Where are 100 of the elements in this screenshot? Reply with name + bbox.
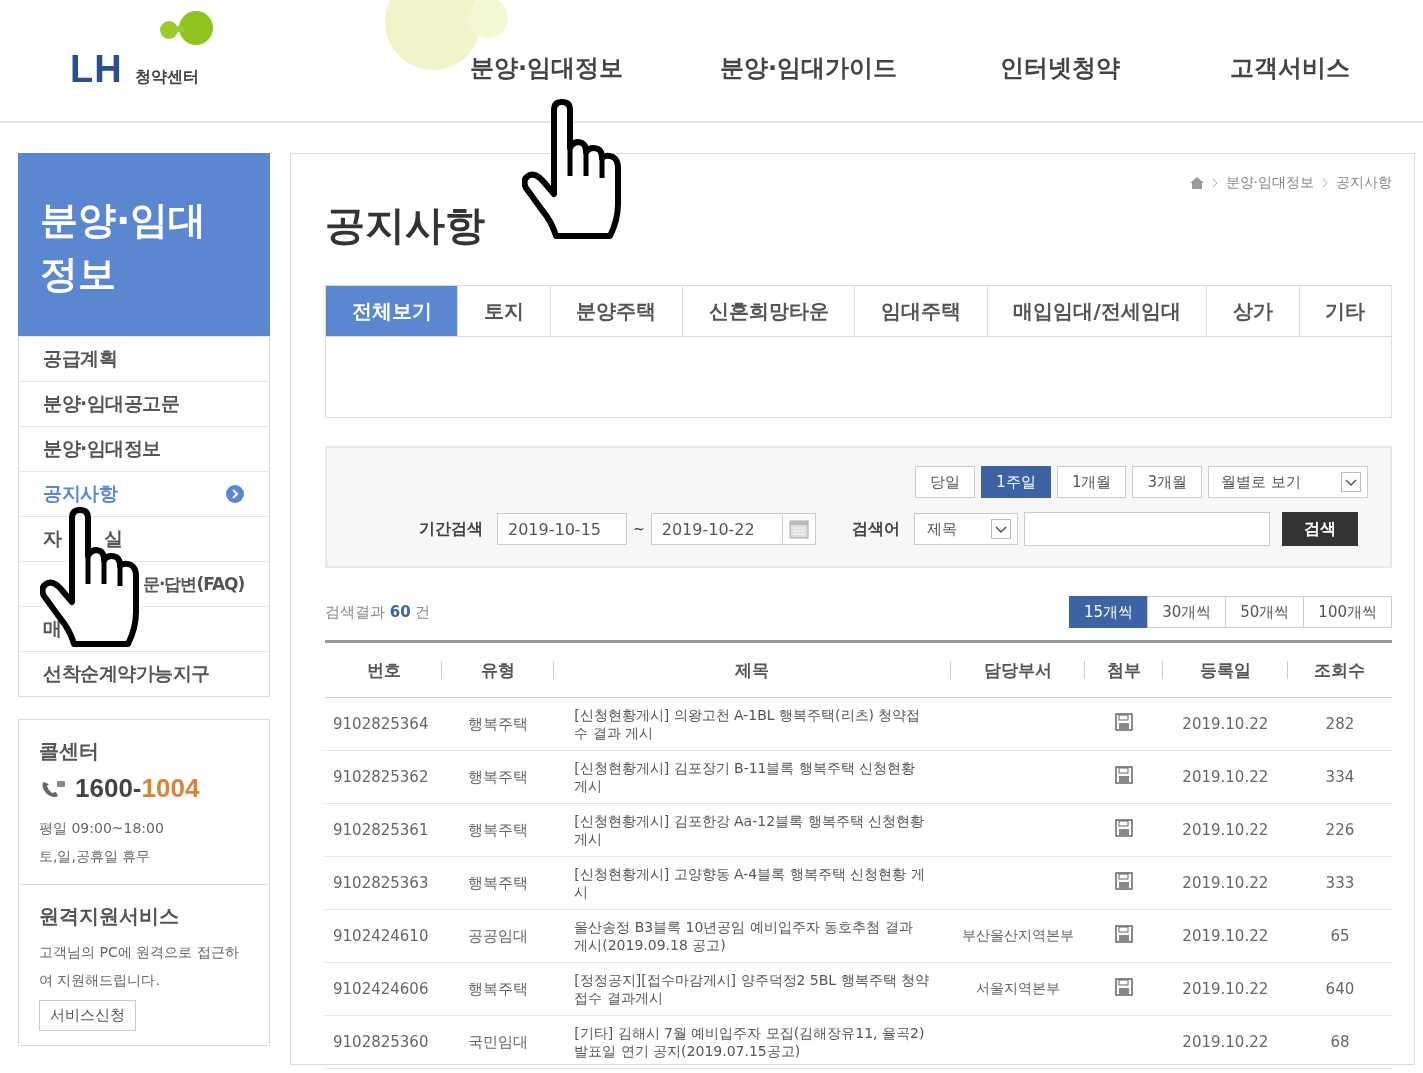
notice-title-link[interactable]: [신청현황게시] 의왕고천 A-1BL 행복주택(리츠) 청약접수 결과 게시 (574, 706, 931, 742)
remote-support-text: 고객님의 PC에 원격으로 접근하여 지원해드립니다. (39, 943, 239, 990)
search-button[interactable]: 검색 (1281, 512, 1358, 546)
column-header: 등록일 (1199, 659, 1251, 680)
table-cell: 2019.10.22 (1182, 927, 1269, 945)
table-cell: 9102424606 (333, 980, 429, 998)
logo-subtitle: 청약센터 (134, 67, 199, 88)
table-cell: 68 (1330, 1033, 1350, 1051)
date-from-field[interactable]: 2019-10-15 (497, 513, 627, 545)
notice-title-link[interactable]: [정정공지][접수마감게시] 양주덕정2 5BL 행복주택 청약접수 결과게시 (574, 971, 931, 1007)
category-tab[interactable]: 기타 (1298, 286, 1392, 336)
table-cell: 2019.10.22 (1182, 768, 1269, 786)
sidebar-item[interactable]: 분양·임대공고문 (19, 381, 269, 426)
category-tab[interactable]: 전체보기 (326, 286, 458, 336)
hours-text: 토,일,공휴일 휴무 (39, 847, 152, 866)
logo-bubbles-icon (160, 10, 214, 46)
column-header: 첨부 (1106, 659, 1141, 680)
nav-link[interactable]: 분양·임대가이드 (720, 52, 1000, 84)
chevron-icon (1211, 178, 1218, 188)
table-cell: 행복주택 (468, 873, 529, 892)
home-icon (1189, 177, 1204, 189)
category-tab[interactable]: 분양주택 (549, 286, 683, 336)
remote-support-title: 원격지원서비스 (39, 903, 180, 930)
table-cell: 9102825360 (333, 1033, 429, 1051)
table-cell: 9102825364 (333, 715, 429, 733)
sidebar-item[interactable]: 분양·임대정보 (19, 426, 269, 471)
table-cell: 226 (1325, 821, 1355, 839)
table-cell: 행복주택 (468, 714, 529, 733)
table-cell: 행복주택 (468, 767, 529, 786)
logo-text[interactable]: LH (70, 48, 123, 91)
dropdown-icon (1341, 472, 1361, 492)
table-cell: 9102424610 (333, 927, 429, 945)
date-to-field[interactable]: 2019-10-22 (650, 513, 816, 545)
table-cell: 334 (1325, 768, 1355, 786)
period-button[interactable]: 1주일 (981, 466, 1051, 498)
page-size-button[interactable]: 100개씩 (1303, 596, 1392, 628)
nav-link[interactable]: 분양·임대정보 (470, 52, 720, 84)
table-cell: 2019.10.22 (1182, 1033, 1269, 1051)
period-button[interactable]: 3개월 (1132, 466, 1202, 498)
table-cell: 282 (1325, 715, 1355, 733)
category-tab[interactable]: 상가 (1206, 286, 1299, 336)
search-field[interactable] (1023, 512, 1270, 546)
column-header: 조회수 (1314, 659, 1366, 680)
page-title: 공지사항 (325, 201, 486, 250)
page-size-button[interactable]: 30개씩 (1147, 596, 1227, 628)
breadcrumb-link[interactable]: 공지사항 (1336, 174, 1392, 192)
category-tab[interactable]: 매입임대/전세임대 (986, 286, 1207, 336)
category-tab[interactable]: 임대주택 (854, 286, 987, 336)
keyword-label: 검색어 (851, 518, 900, 540)
range-separator: ~ (633, 521, 645, 537)
table-cell: 국민임대 (468, 1032, 529, 1051)
call-center-title: 콜센터 (39, 738, 100, 765)
calendar-icon (787, 518, 810, 540)
notice-title-link[interactable]: 울산송정 B3블록 10년공임 예비입주자 동호추첨 결과 게시(2019.09.18 공고) (574, 918, 931, 954)
notice-title-link[interactable]: [기타] 김해시 7월 예비입주자 모집(김해장유11, 율곡2) 발표일 연기 공지(2019.07.15공고) (574, 1024, 931, 1060)
period-button[interactable]: 당일 (915, 466, 976, 498)
table-cell: 2019.10.22 (1182, 715, 1269, 733)
column-header: 번호 (366, 659, 401, 680)
breadcrumb-link[interactable]: 분양·임대정보 (1225, 174, 1314, 192)
table-cell: 65 (1330, 927, 1350, 945)
table-cell: 부산울산지역본부 (961, 927, 1074, 943)
category-tab[interactable]: 토지 (457, 286, 550, 336)
notice-title-link[interactable]: [신청현황게시] 김포한강 Aa-12블록 행복주택 신청현황 게시 (574, 812, 931, 848)
keyword-select[interactable]: 제목 (913, 513, 1018, 545)
category-tab[interactable]: 신혼희망타운 (682, 286, 855, 336)
table-cell: 행복주택 (468, 979, 529, 998)
notice-title-link[interactable]: [신청현황게시] 김포장기 B-11블록 행복주택 신청현황 게시 (574, 759, 931, 795)
column-header: 담당부서 (983, 659, 1052, 680)
period-button[interactable]: 1개월 (1056, 466, 1127, 498)
sidebar-item[interactable]: 선착순계약가능지구 (19, 651, 269, 696)
service-request-button[interactable]: 서비스신청 (39, 1000, 136, 1031)
table-cell: 2019.10.22 (1182, 874, 1269, 892)
table-cell: 서울지역본부 (975, 980, 1060, 996)
table-cell: 640 (1325, 980, 1355, 998)
nav-link[interactable]: 인터넷청약 (1000, 52, 1230, 84)
page-size-button[interactable]: 15개씩 (1069, 596, 1149, 628)
table-cell: 9102825362 (333, 768, 429, 786)
sidebar-item[interactable]: 공급계획 (19, 336, 269, 381)
hand-cursor-icon (522, 96, 622, 242)
hours-text: 평일 09:00~18:00 (39, 819, 165, 838)
dropdown-icon (990, 519, 1011, 539)
hand-cursor-icon (40, 504, 140, 650)
page-size-button[interactable]: 50개씩 (1225, 596, 1305, 628)
nav-link[interactable]: 고객서비스 (1230, 52, 1350, 84)
period-label: 기간검색 (419, 518, 483, 540)
table-cell: 2019.10.22 (1182, 821, 1269, 839)
notice-title-link[interactable]: [신청현황게시] 고양향동 A-4블록 행복주택 신청현황 게시 (574, 865, 931, 901)
phone-number: 1600-1004 (75, 773, 200, 804)
table-cell: 2019.10.22 (1182, 980, 1269, 998)
chevron-icon (1322, 178, 1328, 188)
column-header: 제목 (735, 659, 770, 680)
table-cell: 333 (1325, 874, 1355, 892)
table-cell: 행복주택 (468, 820, 529, 839)
column-header: 유형 (481, 659, 516, 680)
sidebar-title: 분양·임대 정보 (18, 153, 270, 336)
table-cell: 공공임대 (468, 926, 529, 945)
table-cell: 9102825361 (333, 821, 429, 839)
month-select[interactable]: 월별로 보기 (1208, 466, 1368, 498)
arrow-circle-icon (225, 484, 245, 504)
result-count-text: 검색결과 60 건 (325, 602, 431, 622)
